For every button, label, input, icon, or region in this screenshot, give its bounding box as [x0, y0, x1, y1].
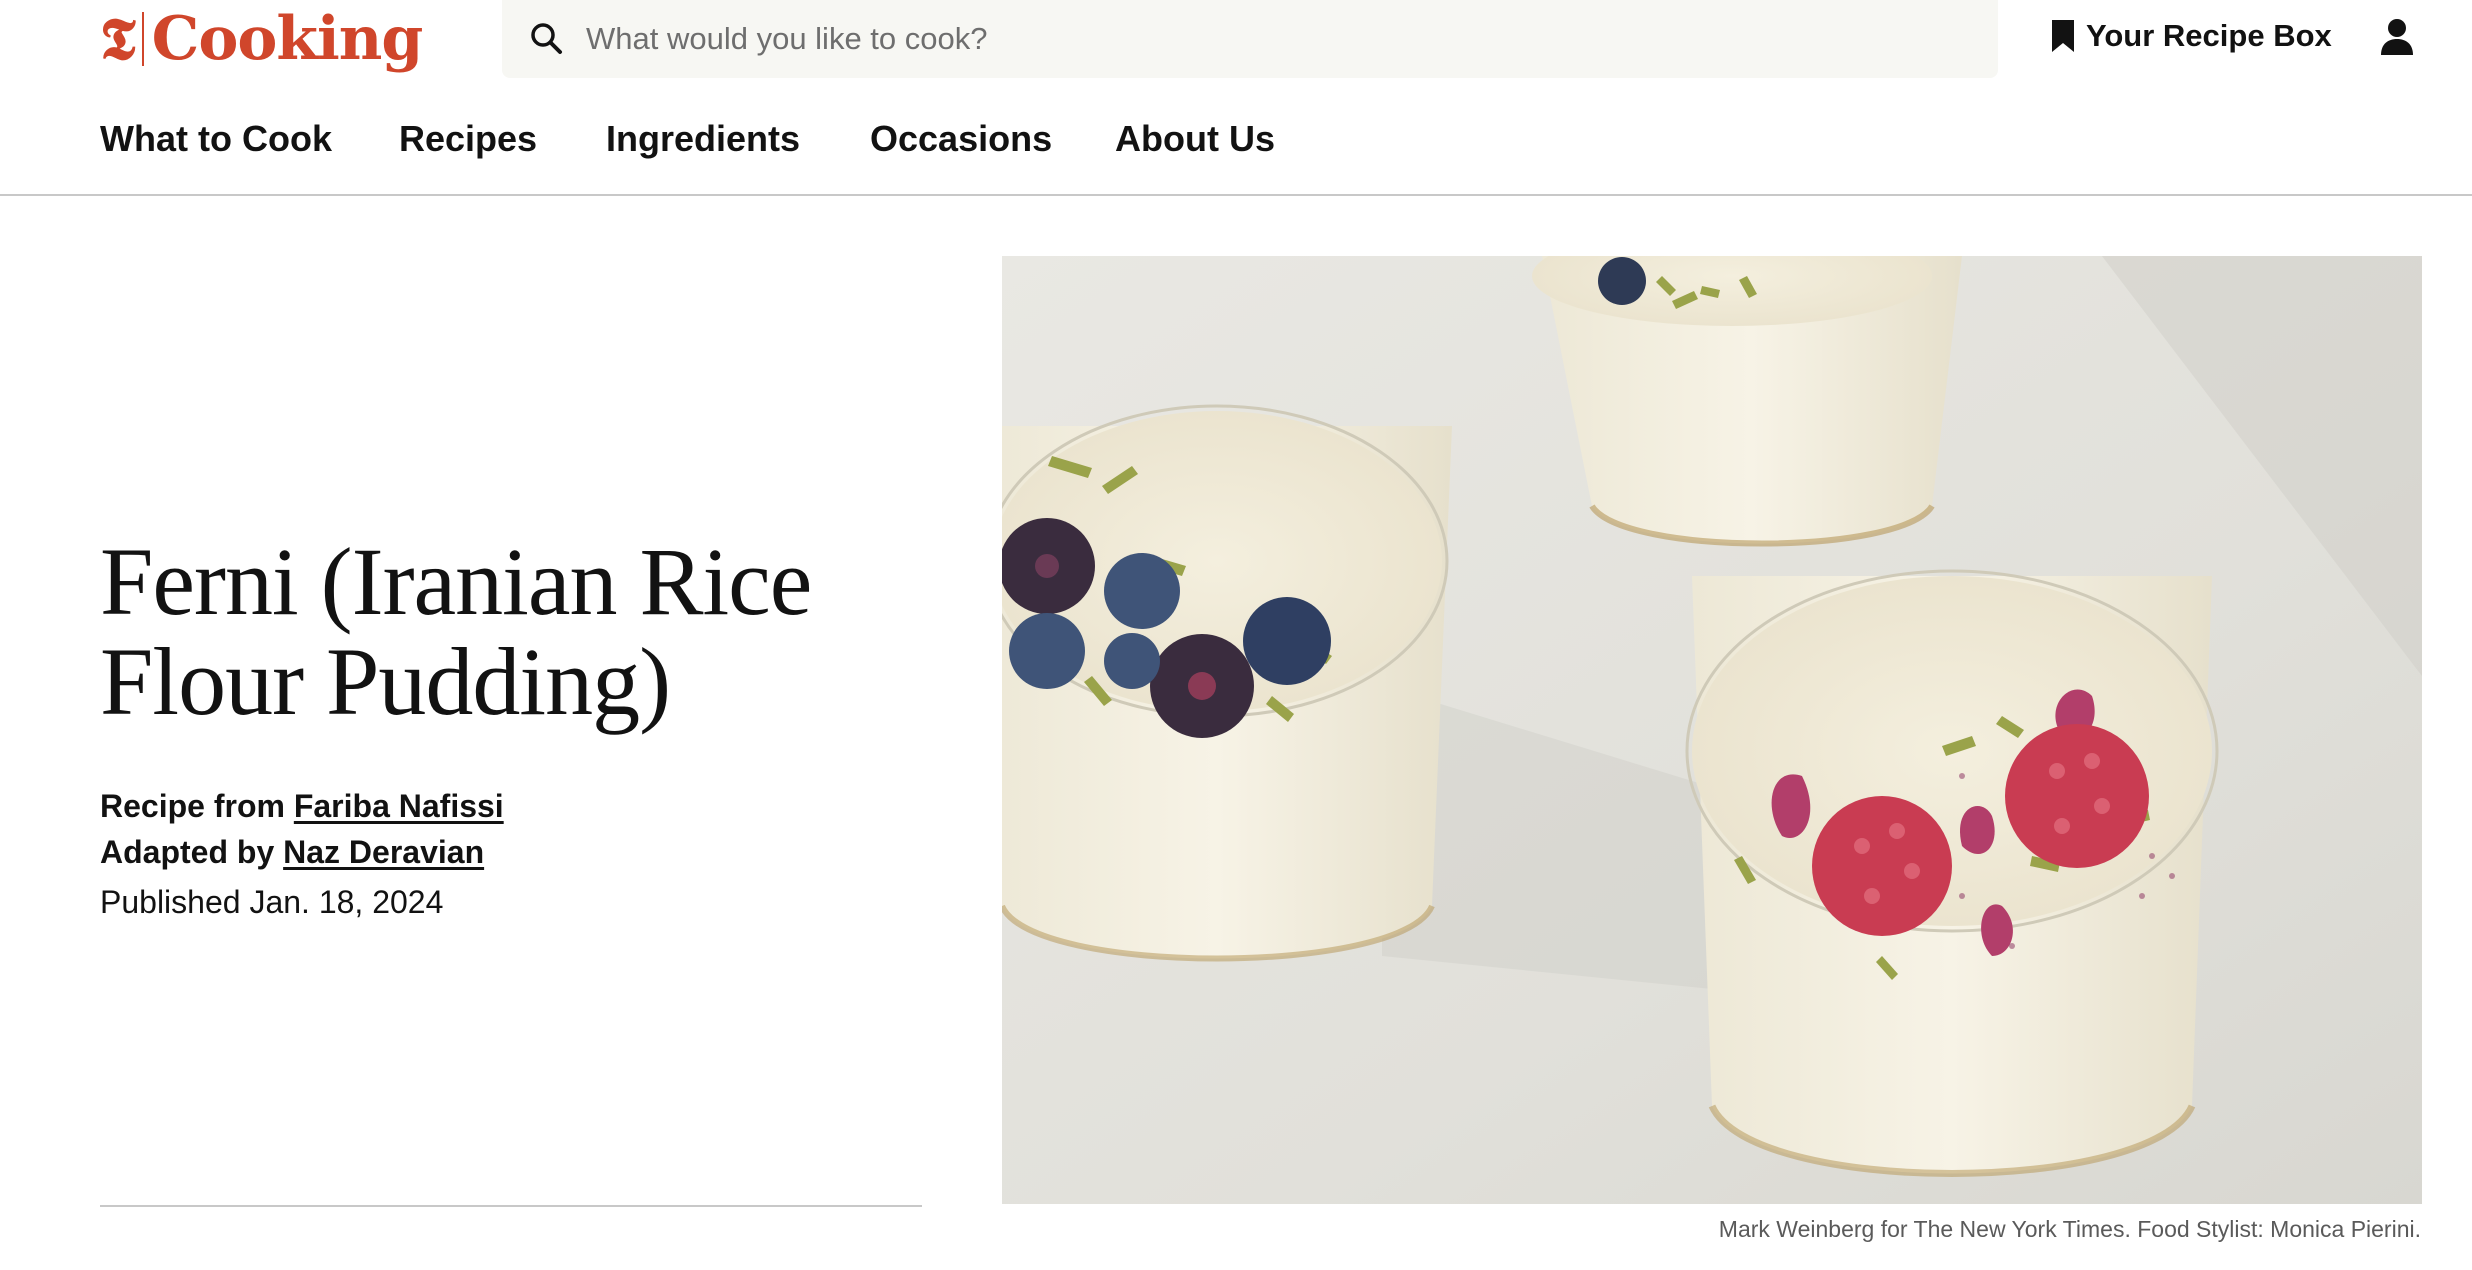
recipe-box-link[interactable]: Your Recipe Box	[2050, 14, 2332, 58]
adapted-by-line: Adapted by Naz Deravian	[100, 834, 484, 871]
recipe-photo	[1002, 256, 2422, 1204]
account-icon[interactable]	[2380, 18, 2414, 56]
recipe-from-line: Recipe from Fariba Nafissi	[100, 788, 504, 825]
recipe-from-prefix: Recipe from	[100, 788, 285, 824]
adapted-by-author-link[interactable]: Naz Deravian	[283, 834, 484, 870]
nav-item-about-us[interactable]: About Us	[1115, 118, 1275, 160]
photo-caption: Mark Weinberg for The New York Times. Fo…	[1718, 1216, 2421, 1242]
nav-item-ingredients[interactable]: Ingredients	[606, 118, 800, 160]
adapted-by-prefix: Adapted by	[100, 834, 275, 870]
nav-item-occasions[interactable]: Occasions	[870, 118, 1052, 160]
search-icon[interactable]	[528, 20, 566, 58]
published-date: Published Jan. 18, 2024	[100, 884, 444, 920]
bookmark-icon	[2052, 20, 2074, 52]
logo-divider	[141, 12, 144, 66]
logo-wordmark: Cooking	[151, 4, 424, 74]
top-bar: 𝕿 Cooking Your Recipe Box	[0, 0, 2472, 84]
recipe-title: Ferni (Iranian Rice Flour Pudding)	[100, 528, 812, 735]
pudding-cups-illustration	[1002, 256, 2422, 1204]
main-nav: What to Cook Recipes Ingredients Occasio…	[0, 84, 2472, 196]
recipe-from-author-link[interactable]: Fariba Nafissi	[294, 788, 504, 824]
nav-item-recipes[interactable]: Recipes	[399, 118, 537, 160]
nav-item-what-to-cook[interactable]: What to Cook	[100, 118, 332, 160]
section-divider	[100, 1205, 922, 1207]
search-bar[interactable]	[502, 0, 1998, 78]
search-input[interactable]	[586, 14, 1966, 64]
nyt-t-logo-mark: 𝕿	[100, 5, 136, 73]
recipe-box-label: Your Recipe Box	[2086, 18, 2332, 53]
nyt-cooking-logo[interactable]: 𝕿 Cooking	[100, 4, 424, 74]
